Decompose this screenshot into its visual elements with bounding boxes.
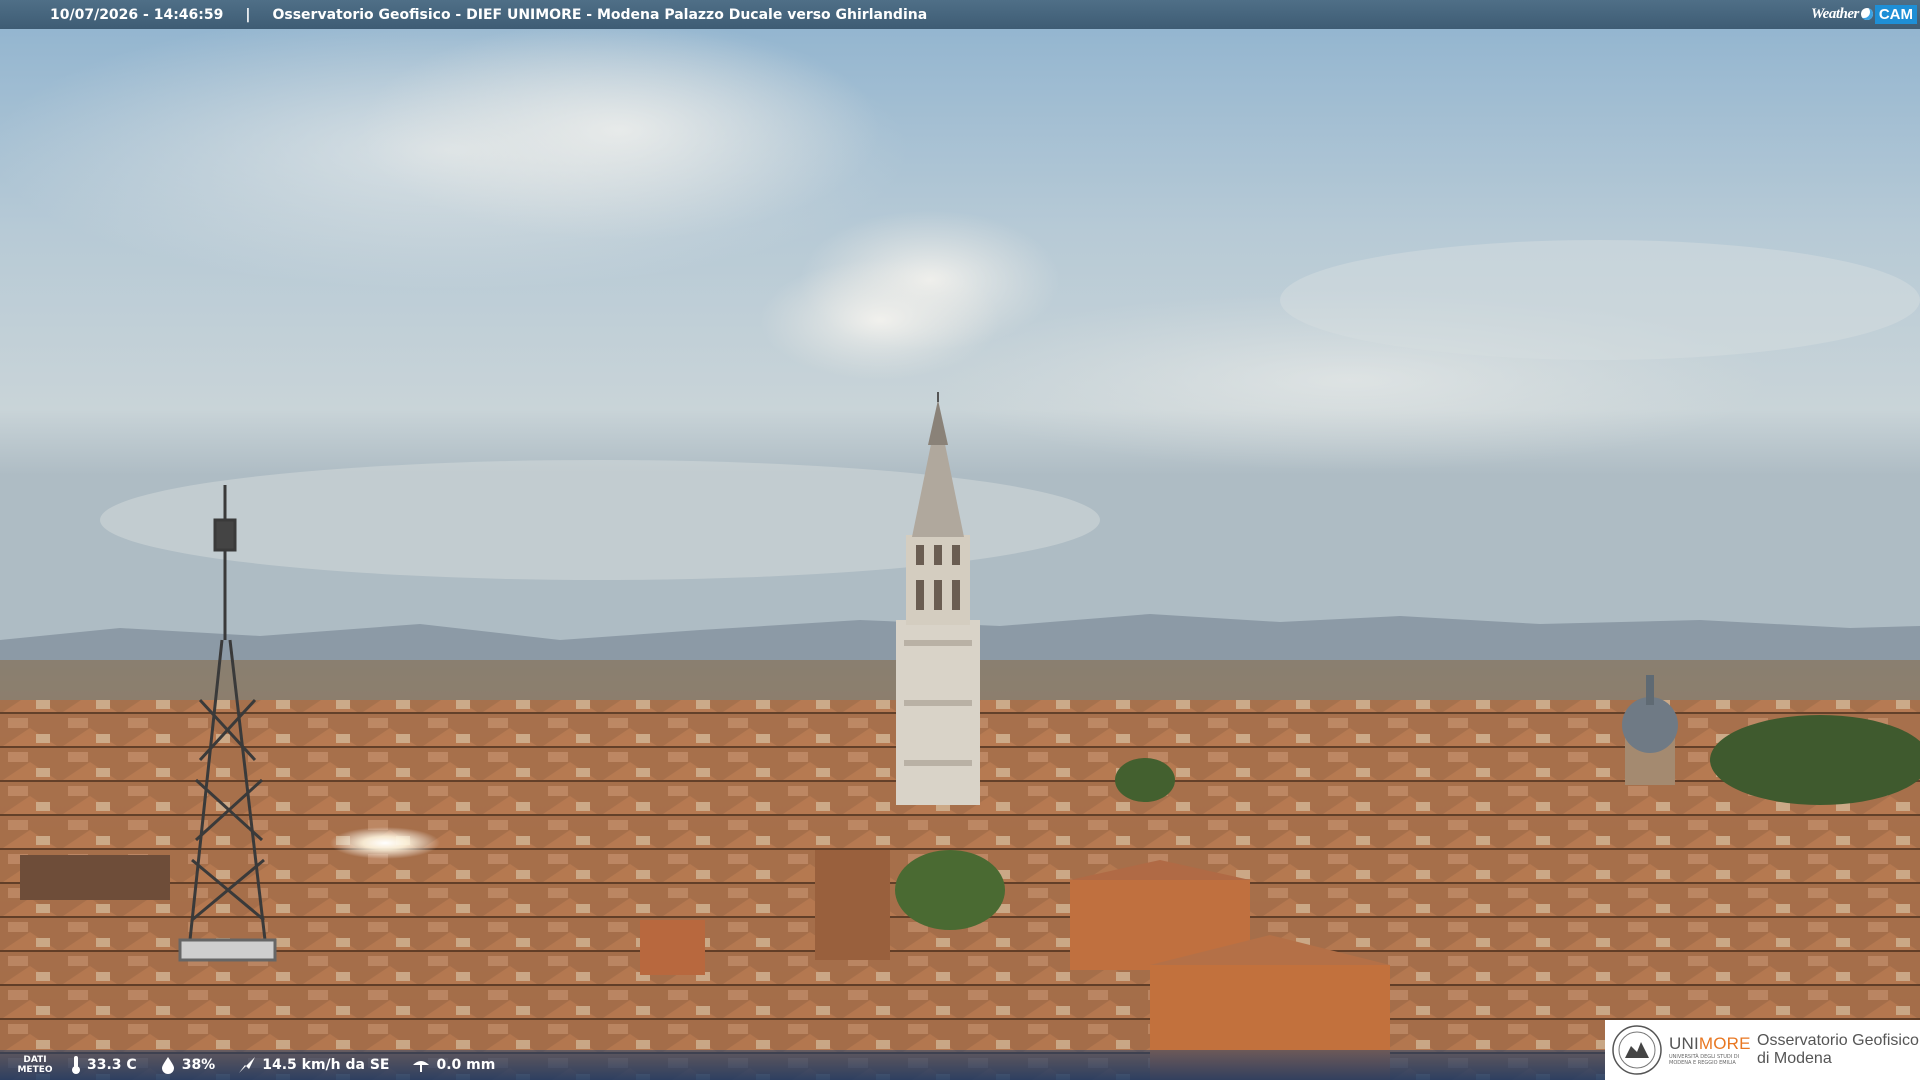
observatory-line1: Osservatorio Geofisico [1757, 1032, 1919, 1049]
unimore-logo-card: UNIMORE UNIVERSITÀ DEGLI STUDI DI MODENA… [1605, 1020, 1920, 1080]
meteo-bar: DATI METEO 33.3 C 38% 14.5 km/h da SE 0.… [0, 1050, 1605, 1080]
weathercam-dot-icon [1860, 8, 1873, 20]
rain-gauge-icon [413, 1061, 430, 1072]
meteo-label: DATI METEO [0, 1055, 70, 1075]
humidity-icon [161, 1057, 174, 1074]
weathercam-logo-cam: CAM [1874, 4, 1917, 24]
rain-value: 0.0 mm [436, 1057, 496, 1073]
weathercam-logo-weather: Weather [1810, 5, 1859, 22]
wind-direction-icon [239, 1057, 256, 1073]
observatory-line2: di Modena [1757, 1050, 1832, 1067]
wind-value: 14.5 km/h da SE [262, 1057, 390, 1073]
observatory-name: Osservatorio Geofisico di Modena [1757, 1032, 1919, 1068]
header-separator: | [245, 6, 251, 23]
meteo-label-line2: METEO [17, 1065, 53, 1075]
rain-reading: 0.0 mm [411, 1056, 495, 1074]
header-bar: 10/07/2026 - 14:46:59 | Osservatorio Geo… [0, 0, 1920, 29]
humidity-value: 38% [181, 1057, 216, 1073]
meteo-label-line1: DATI [23, 1055, 47, 1065]
temperature-value: 33.3 C [87, 1057, 137, 1073]
unimore-subtitle: UNIVERSITÀ DEGLI STUDI DI MODENA E REGGI… [1669, 1054, 1740, 1066]
thermometer-icon [72, 1056, 80, 1074]
camera-title: Osservatorio Geofisico - DIEF UNIMORE - … [272, 6, 928, 23]
unimore-name-a: UNI [1669, 1034, 1699, 1053]
webcam-scene [0, 0, 1920, 1080]
unimore-name: UNIMORE [1669, 1034, 1751, 1054]
unimore-name-b: MORE [1698, 1034, 1751, 1053]
humidity-reading: 38% [159, 1056, 216, 1074]
weathercam-logo: Weather CAM [1811, 3, 1917, 25]
unimore-wordmark: UNIMORE UNIVERSITÀ DEGLI STUDI DI MODENA… [1669, 1034, 1751, 1066]
unimore-seal-icon [1612, 1025, 1662, 1075]
timestamp: 10/07/2026 - 14:46:59 [50, 6, 224, 23]
temperature-reading: 33.3 C [70, 1055, 137, 1075]
wind-reading: 14.5 km/h da SE [237, 1055, 389, 1075]
